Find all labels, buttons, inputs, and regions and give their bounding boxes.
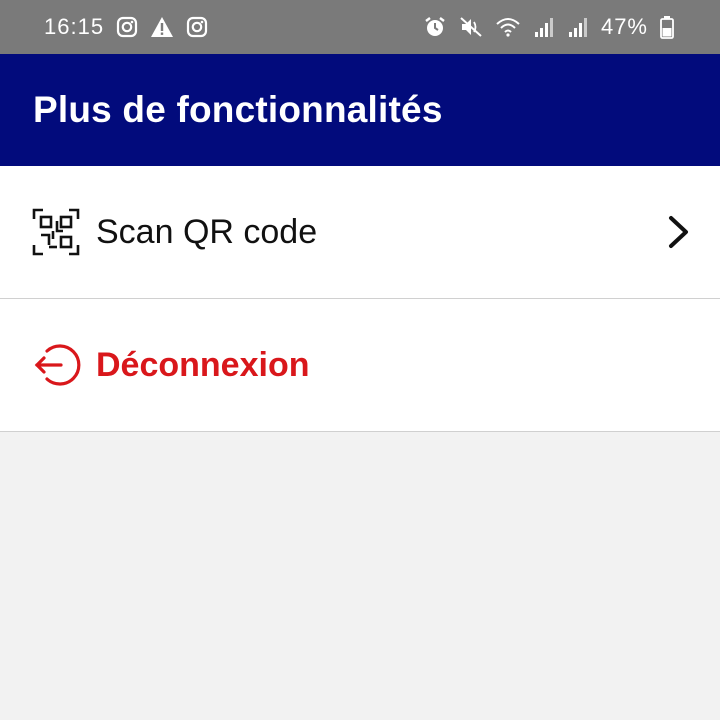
page-title: Plus de fonctionnalités <box>33 89 443 130</box>
menu-item-label: Scan QR code <box>96 212 318 251</box>
mute-icon <box>459 16 483 38</box>
menu-item-logout[interactable]: Déconnexion <box>0 299 720 432</box>
qr-code-icon <box>30 206 82 258</box>
signal-icon <box>533 16 555 38</box>
status-bar: 16:15 47% <box>0 0 720 54</box>
battery-percent: 47% <box>600 14 648 39</box>
signal-icon <box>567 16 589 38</box>
instagram-icon <box>116 16 138 38</box>
warning-icon <box>150 16 174 38</box>
app-bar: Plus de fonctionnalités <box>0 54 720 166</box>
wifi-icon <box>495 16 521 38</box>
battery-icon <box>660 15 674 39</box>
status-left: 16:15 <box>44 14 208 40</box>
logout-icon <box>30 339 82 391</box>
chevron-right-icon <box>666 214 692 250</box>
menu-item-label: Déconnexion <box>96 345 310 384</box>
menu-item-scan-qr-code[interactable]: Scan QR code <box>0 166 720 299</box>
menu-list: Scan QR code Déconnexion <box>0 166 720 432</box>
instagram-icon <box>186 16 208 38</box>
status-right: 47% <box>423 14 674 40</box>
status-time: 16:15 <box>44 14 105 39</box>
alarm-icon <box>423 15 447 39</box>
